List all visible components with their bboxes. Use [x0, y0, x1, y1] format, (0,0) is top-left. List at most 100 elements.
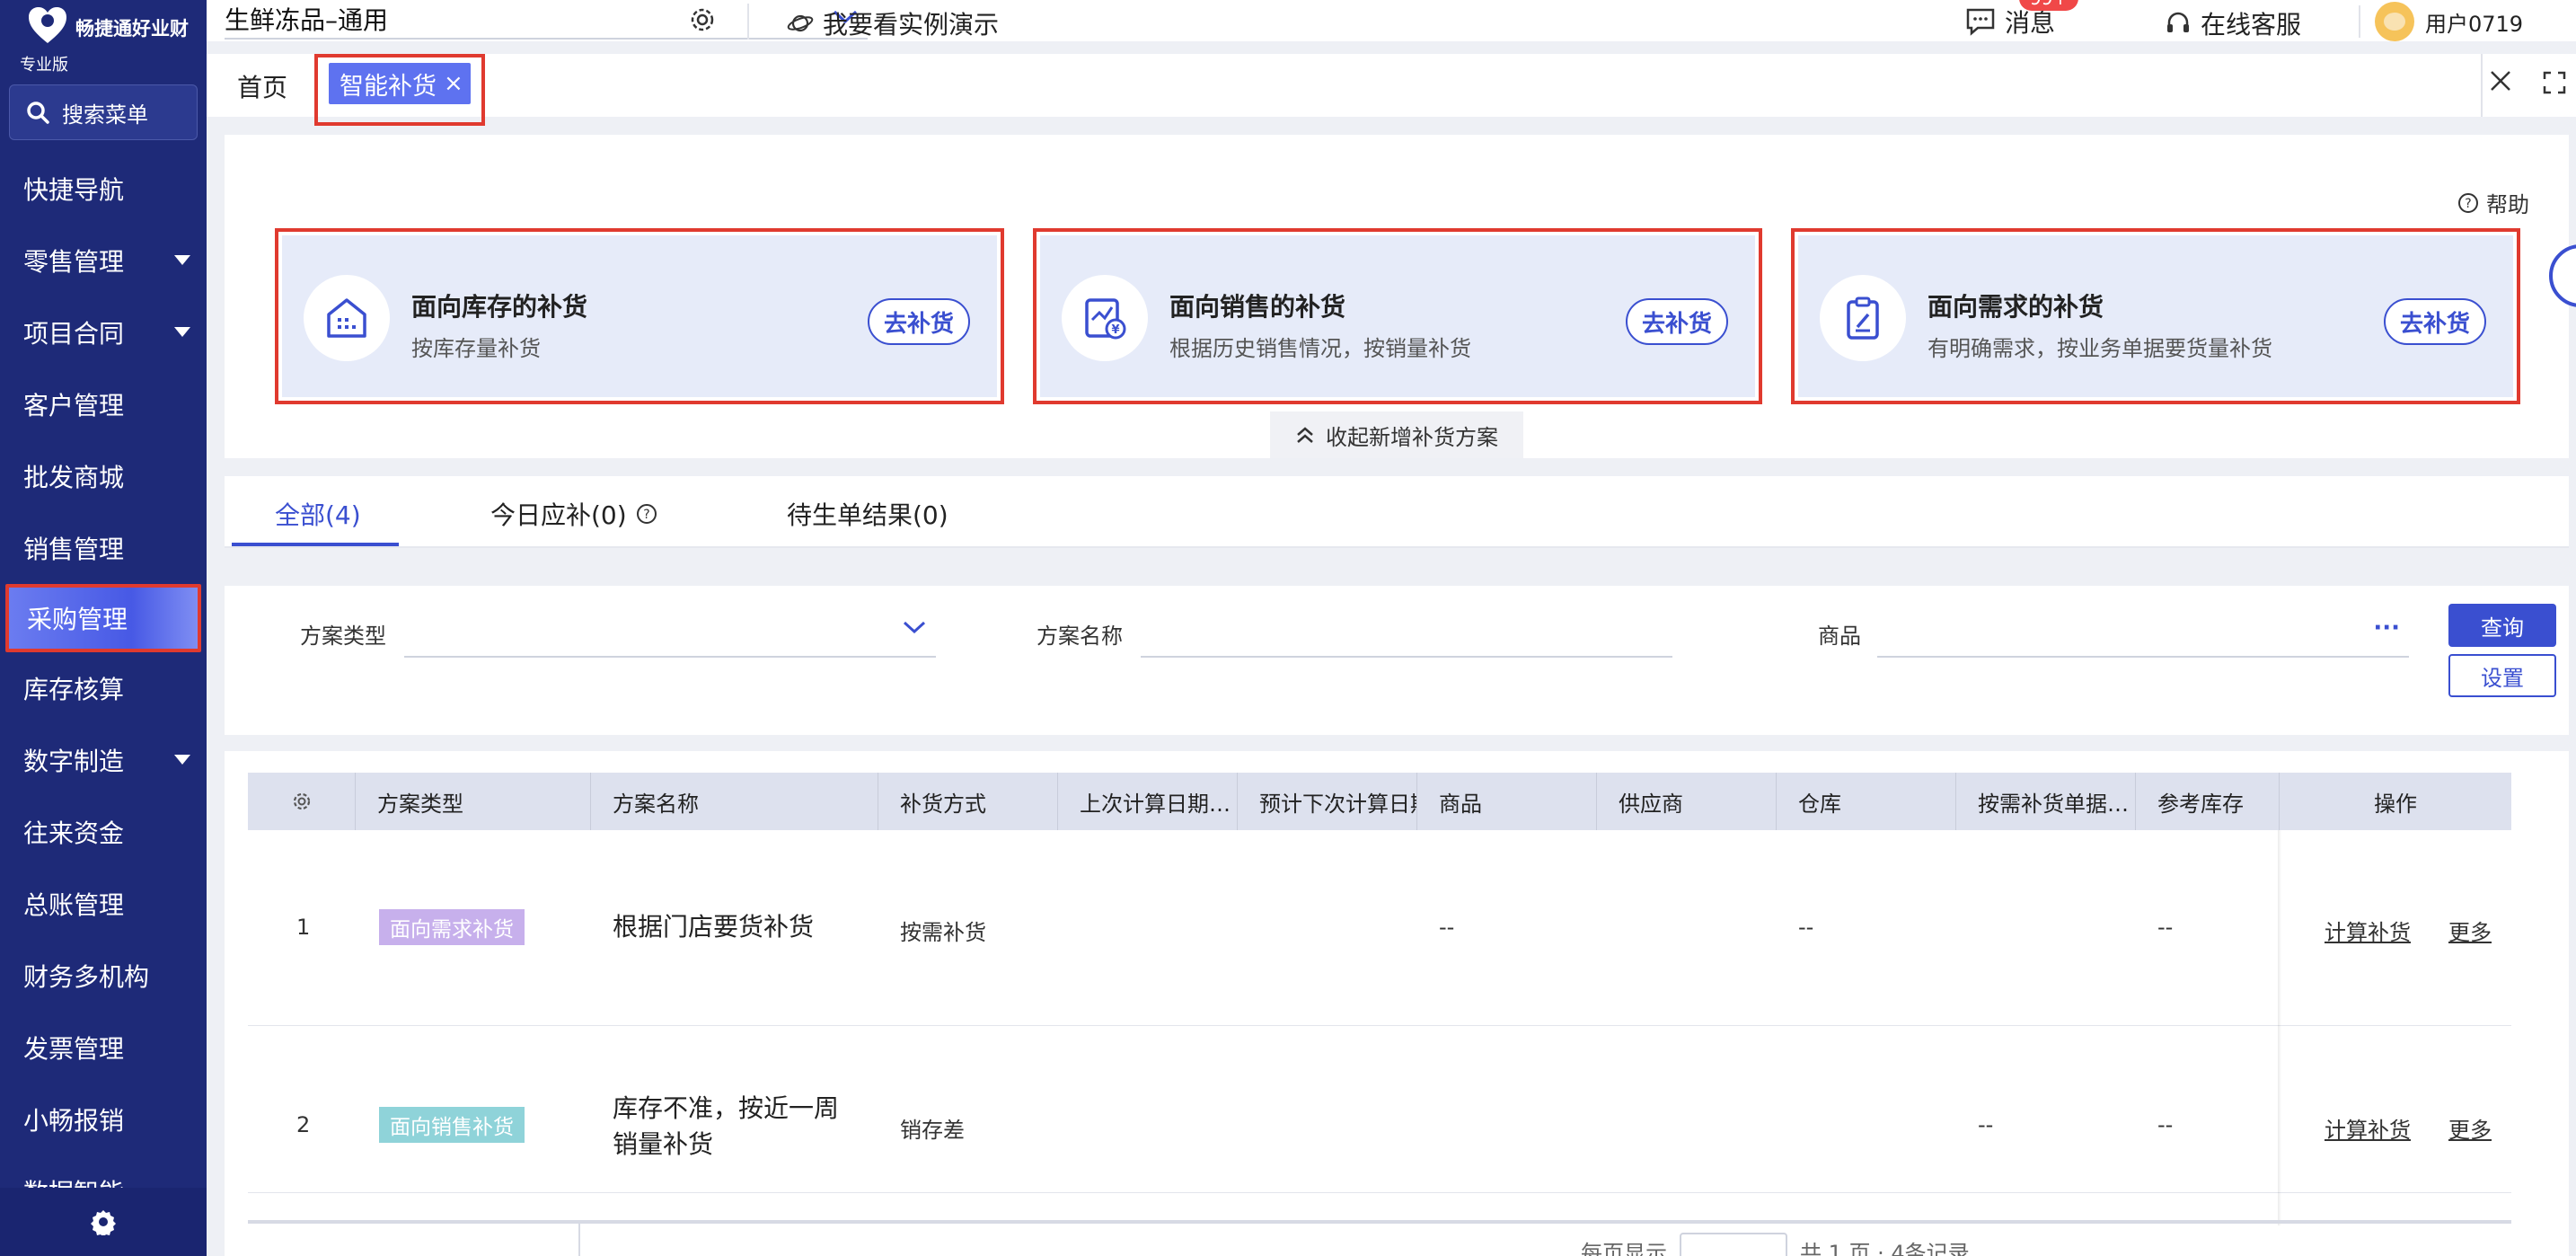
svg-text:¥: ¥ — [1111, 323, 1119, 337]
column-header-plan-name[interactable]: 方案名称 — [591, 773, 878, 830]
sales-chart-icon: ¥ — [1062, 275, 1148, 361]
sidebar-item-invoice[interactable]: 发票管理 — [0, 1012, 207, 1084]
tab-label: 今日应补(0) — [490, 500, 627, 530]
help-link[interactable]: ? 帮助 — [2457, 187, 2529, 218]
tab-pending-results[interactable]: 待生单结果(0) — [787, 496, 948, 532]
card-sales-replenishment[interactable]: ¥ 面向销售的补货 根据历史销售情况，按销量补货 去补货 — [1040, 235, 1755, 397]
collapse-new-plans-button[interactable]: 收起新增补货方案 — [1270, 411, 1523, 458]
double-chevron-up-icon — [1297, 427, 1313, 443]
question-circle-icon: ? — [636, 504, 657, 524]
sidebar-item-ledger[interactable]: 总账管理 — [0, 868, 207, 940]
page-size-select[interactable] — [1680, 1233, 1787, 1256]
column-header-actions: 操作 — [2374, 791, 2417, 817]
demo-link[interactable]: 我要看实例演示 — [787, 5, 999, 41]
table-row[interactable]: 1 面向需求补货 根据门店要货补货 按需补货 -- -- -- 计算补货 更多 — [248, 830, 2511, 1026]
table-scrollbar[interactable] — [248, 1220, 2511, 1224]
brand-logo-icon — [29, 7, 66, 43]
sidebar-item-manufacturing[interactable]: 数字制造 — [0, 724, 207, 796]
sidebar-item-label: 项目合同 — [23, 319, 125, 349]
user-menu[interactable]: 用户0719 — [2375, 2, 2523, 41]
plan-name-input[interactable] — [1141, 602, 1672, 658]
tab-all[interactable]: 全部(4) — [275, 496, 361, 532]
replenish-method: 按需补货 — [900, 920, 986, 945]
plans-table: 方案类型 方案名称 补货方式 上次计算日期… 预计下次计算日期 商品 供应商 仓… — [225, 751, 2569, 1256]
sidebar-item-inventory[interactable]: 库存核算 — [0, 652, 207, 724]
close-all-tabs-icon[interactable] — [2488, 68, 2513, 93]
sidebar-item-customer[interactable]: 客户管理 — [0, 368, 207, 440]
ref-stock-value: -- — [2157, 915, 2174, 940]
column-header-supplier[interactable]: 供应商 — [1597, 773, 1777, 830]
online-service-button[interactable]: 在线客服 — [2165, 5, 2301, 41]
tab-home[interactable]: 首页 — [237, 68, 287, 104]
demo-link-label: 我要看实例演示 — [823, 10, 1000, 40]
column-header-next-calc-date[interactable]: 预计下次计算日期 — [1238, 773, 1417, 830]
sidebar-item-label: 总账管理 — [23, 890, 125, 920]
more-link[interactable]: 更多 — [2448, 1112, 2492, 1144]
messages-button[interactable]: 消息 99+ — [1965, 0, 2079, 40]
more-options-icon[interactable]: ··· — [2373, 615, 2400, 641]
calculate-replenish-link[interactable]: 计算补货 — [2325, 915, 2411, 946]
column-header-warehouse[interactable]: 仓库 — [1777, 773, 1956, 830]
go-replenish-button[interactable]: 去补货 — [1625, 298, 1728, 345]
page-tab-bar: 首页 智能补货 × — [207, 54, 2576, 126]
sidebar-item-sales[interactable]: 销售管理 — [0, 512, 207, 584]
card-title: 面向销售的补货 — [1169, 292, 1346, 322]
pager-total: 共 1 页 · 4条记录 — [1800, 1240, 1970, 1256]
account-set-value: 生鲜冻品–通用 — [225, 5, 389, 35]
column-header-product[interactable]: 商品 — [1417, 773, 1597, 830]
sidebar-item-purchase[interactable]: 采购管理 — [5, 584, 201, 652]
sidebar-item-expense[interactable]: 小畅报销 — [0, 1084, 207, 1155]
sidebar-item-multi-org[interactable]: 财务多机构 — [0, 940, 207, 1012]
sidebar-item-wholesale-mall[interactable]: 批发商城 — [0, 440, 207, 512]
column-header-ref-stock[interactable]: 参考库存 — [2136, 773, 2280, 830]
plan-name-line-2[interactable]: 销量补货 — [613, 1127, 713, 1163]
demand-doc-value: -- — [1978, 1112, 1994, 1137]
card-demand-replenishment[interactable]: 面向需求的补货 有明确需求，按业务单据要货量补货 去补货 — [1798, 235, 2513, 397]
sidebar-item-quick-nav[interactable]: 快捷导航 — [0, 153, 207, 225]
more-link[interactable]: 更多 — [2448, 915, 2492, 946]
calculate-replenish-link[interactable]: 计算补货 — [2325, 1112, 2411, 1144]
column-header-method[interactable]: 补货方式 — [878, 773, 1058, 830]
plan-type-tag: 面向需求补货 — [379, 909, 525, 945]
account-set-select[interactable]: 生鲜冻品–通用 — [225, 0, 868, 40]
table-row[interactable]: 2 面向销售补货 库存不准，按近一周 销量补货 销存差 -- -- 计算补货 更… — [248, 1026, 2511, 1193]
avatar — [2375, 2, 2414, 41]
svg-text:?: ? — [643, 508, 649, 522]
card-inventory-replenishment[interactable]: 面向库存的补货 按库存量补货 去补货 — [282, 235, 997, 397]
column-header-last-calc-date[interactable]: 上次计算日期… — [1058, 773, 1238, 830]
plan-type-select[interactable] — [404, 602, 936, 658]
tab-today-due[interactable]: 今日应补(0) ? — [490, 496, 657, 532]
replenishment-cards-panel: ? 帮助 面向库存的补货 按库存量补货 去补货 ¥ 面向销售的补货 根据历史销售… — [225, 135, 2569, 458]
close-tab-icon[interactable]: × — [444, 70, 463, 97]
menu-search-input[interactable]: 搜索菜单 — [9, 84, 198, 140]
tab-smart-replenishment[interactable]: 智能补货 × — [329, 63, 471, 104]
sidebar-nav: 快捷导航 零售管理 项目合同 客户管理 批发商城 销售管理 采购管理 库存核算 … — [0, 153, 207, 1227]
card-subtitle: 根据历史销售情况，按销量补货 — [1169, 336, 1471, 361]
fullscreen-icon[interactable] — [2542, 70, 2567, 95]
planet-icon — [787, 14, 814, 32]
brand-logo[interactable]: 畅捷通好业财 专业版 — [18, 5, 198, 75]
fixed-column-shadow — [2278, 830, 2281, 1225]
column-header-demand-doc[interactable]: 按需补货单据… — [1956, 773, 2136, 830]
settings-button[interactable]: 设置 — [2448, 654, 2556, 697]
product-input[interactable]: ··· — [1877, 602, 2409, 658]
plan-name[interactable]: 库存不准，按近一周 — [613, 1091, 839, 1127]
account-settings-gear-icon[interactable] — [688, 5, 717, 34]
sidebar-item-label: 往来资金 — [23, 818, 125, 848]
tab-label: 智能补货 — [340, 72, 437, 101]
gear-icon — [91, 1210, 116, 1235]
column-settings-button[interactable] — [248, 773, 356, 830]
sidebar-item-project-contract[interactable]: 项目合同 — [0, 296, 207, 368]
plan-name[interactable]: 根据门店要货补货 — [613, 909, 814, 945]
sidebar-item-label: 库存核算 — [23, 675, 125, 704]
sidebar-settings-button[interactable] — [0, 1188, 207, 1256]
go-replenish-button[interactable]: 去补货 — [867, 298, 970, 345]
query-button[interactable]: 查询 — [2448, 604, 2556, 647]
warehouse-value: -- — [1798, 915, 1814, 940]
sidebar-item-label: 发票管理 — [23, 1034, 125, 1064]
gear-icon — [293, 792, 310, 810]
column-header-plan-type[interactable]: 方案类型 — [356, 773, 591, 830]
go-replenish-button[interactable]: 去补货 — [2383, 298, 2486, 345]
sidebar-item-retail[interactable]: 零售管理 — [0, 225, 207, 296]
sidebar-item-funds[interactable]: 往来资金 — [0, 796, 207, 868]
